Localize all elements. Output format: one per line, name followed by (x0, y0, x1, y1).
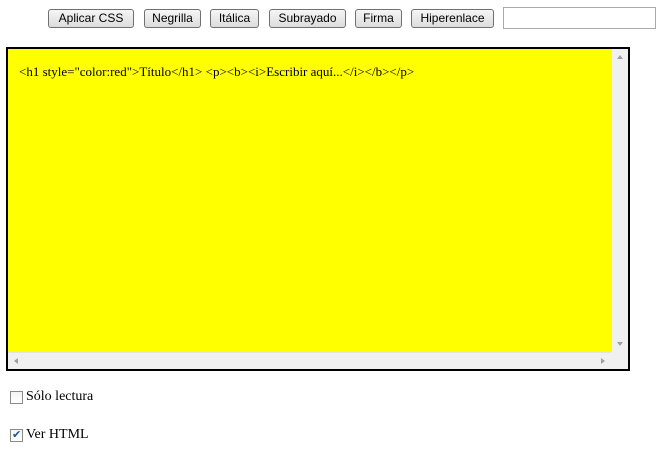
italic-button[interactable]: Itálica (210, 9, 259, 28)
scrollbar-corner (611, 352, 628, 369)
show-html-label: Ver HTML (26, 427, 89, 442)
hyperlink-input[interactable] (503, 7, 656, 29)
show-html-checkbox[interactable]: ✔ (10, 427, 23, 442)
scroll-up-icon[interactable] (617, 55, 623, 59)
editor-text-area[interactable]: <h1 style="color:red">Título</h1> <p><b>… (8, 49, 611, 352)
editor-html-source: <h1 style="color:red">Título</h1> <p><b>… (19, 64, 415, 79)
bold-button[interactable]: Negrilla (144, 9, 201, 28)
html-editor: <h1 style="color:red">Título</h1> <p><b>… (6, 47, 630, 371)
apply-css-button[interactable]: Aplicar CSS (48, 9, 134, 28)
signature-button[interactable]: Firma (355, 9, 402, 28)
readonly-option: Sólo lectura (10, 389, 93, 405)
readonly-checkbox[interactable] (10, 390, 23, 404)
scroll-left-icon[interactable] (14, 358, 18, 364)
check-icon: ✔ (12, 427, 22, 441)
horizontal-scrollbar[interactable] (8, 352, 611, 369)
readonly-label: Sólo lectura (26, 389, 94, 404)
show-html-option: ✔ Ver HTML (10, 427, 89, 443)
scroll-right-icon[interactable] (601, 358, 605, 364)
scroll-down-icon[interactable] (617, 342, 623, 346)
vertical-scrollbar[interactable] (611, 49, 628, 352)
hyperlink-button[interactable]: Hiperenlace (411, 9, 494, 28)
underline-button[interactable]: Subrayado (269, 9, 346, 28)
